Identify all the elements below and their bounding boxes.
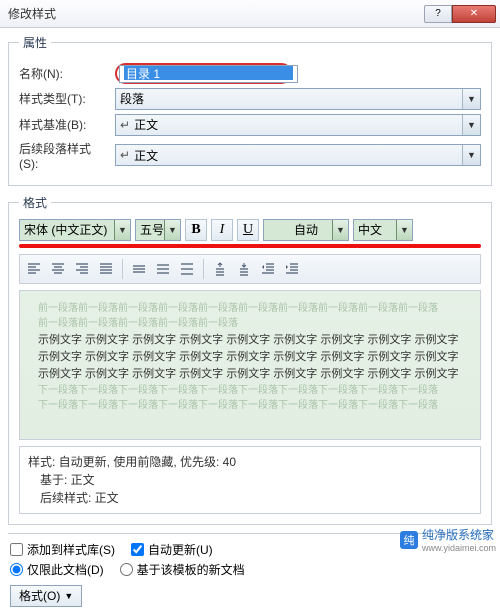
- align-right-button[interactable]: [71, 258, 93, 280]
- type-row: 样式类型(T): 段落 ▼: [19, 88, 481, 110]
- format-group: 格式 宋体 (中文正文) ▼ 五号 ▼ B I U 自动 ▼ 中文 ▼: [8, 194, 492, 525]
- format-legend: 格式: [19, 194, 51, 211]
- script-value: 中文: [358, 221, 382, 238]
- titlebar-buttons: ? ✕: [424, 5, 496, 23]
- titlebar: 修改样式 ? ✕: [0, 0, 500, 28]
- properties-legend: 属性: [19, 34, 51, 51]
- style-type-value: 段落: [120, 90, 144, 107]
- bold-button[interactable]: B: [185, 219, 207, 241]
- preview-sample-line: 示例文字 示例文字 示例文字 示例文字 示例文字 示例文字 示例文字 示例文字 …: [38, 349, 462, 366]
- watermark-url: www.yidaimei.com: [422, 543, 496, 553]
- font-toolbar: 宋体 (中文正文) ▼ 五号 ▼ B I U 自动 ▼ 中文 ▼: [19, 219, 481, 241]
- font-size-value: 五号: [140, 221, 164, 238]
- line-spacing-single-button[interactable]: [128, 258, 150, 280]
- name-highlight-annotation: [115, 63, 292, 84]
- paragraph-toolbar: [19, 254, 481, 284]
- template-docs-radio[interactable]: 基于该模板的新文档: [120, 561, 245, 578]
- font-family-select[interactable]: 宋体 (中文正文) ▼: [19, 219, 131, 241]
- indent-increase-button[interactable]: [281, 258, 303, 280]
- only-this-doc-radio[interactable]: 仅限此文档(D): [10, 561, 104, 578]
- properties-group: 属性 名称(N): 样式类型(T): 段落 ▼ 样式基准(B): ↵ 正文 ▼: [8, 34, 492, 186]
- format-menu-button[interactable]: 格式(O) ▼: [10, 585, 82, 607]
- name-input[interactable]: [124, 66, 293, 80]
- align-left-button[interactable]: [23, 258, 45, 280]
- chevron-down-icon: ▼: [462, 145, 480, 165]
- based-label: 样式基准(B):: [19, 116, 109, 133]
- script-select[interactable]: 中文 ▼: [353, 219, 413, 241]
- auto-update-input[interactable]: [131, 543, 144, 556]
- line-spacing-onehalf-button[interactable]: [152, 258, 174, 280]
- preview-ghost-before2: 前一段落前一段落前一段落前一段落前一段落: [38, 316, 462, 332]
- only-this-doc-input[interactable]: [10, 563, 23, 576]
- name-row: 名称(N):: [19, 63, 481, 84]
- add-to-gallery-input[interactable]: [10, 543, 23, 556]
- style-based-select[interactable]: ↵ 正文 ▼: [115, 114, 481, 136]
- watermark-logo-icon: 纯: [400, 531, 418, 549]
- next-row: 后续段落样式(S): ↵ 正文 ▼: [19, 140, 481, 171]
- info-line-1: 样式: 自动更新, 使用前隐藏, 优先级: 40: [28, 453, 472, 471]
- help-button[interactable]: ?: [424, 5, 452, 23]
- preview-ghost-after: 下一段落下一段落下一段落下一段落下一段落下一段落下一段落下一段落下一段落下一段落: [38, 383, 462, 399]
- align-justify-button[interactable]: [95, 258, 117, 280]
- next-label: 后续段落样式(S):: [19, 140, 109, 171]
- toolbar-divider: [203, 259, 204, 279]
- next-style-value: 正文: [134, 147, 158, 164]
- style-info-box: 样式: 自动更新, 使用前隐藏, 优先级: 40 基于: 正文 后续样式: 正文: [19, 446, 481, 514]
- space-before-increase-button[interactable]: [209, 258, 231, 280]
- based-row: 样式基准(B): ↵ 正文 ▼: [19, 114, 481, 136]
- close-button[interactable]: ✕: [452, 5, 496, 23]
- type-label: 样式类型(T):: [19, 90, 109, 107]
- font-color-value: 自动: [294, 221, 318, 238]
- chevron-down-icon: ▼: [396, 220, 412, 240]
- only-this-doc-label: 仅限此文档(D): [27, 561, 104, 578]
- template-docs-input[interactable]: [120, 563, 133, 576]
- info-line-2: 基于: 正文: [28, 471, 472, 489]
- paragraph-mark-icon: ↵: [120, 118, 130, 132]
- chevron-down-icon: ▼: [164, 220, 180, 240]
- paragraph-mark-icon: ↵: [120, 148, 130, 162]
- preview-sample-line: 示例文字 示例文字 示例文字 示例文字 示例文字 示例文字 示例文字 示例文字 …: [38, 332, 462, 349]
- preview-sample-line: 示例文字 示例文字 示例文字 示例文字 示例文字 示例文字 示例文字 示例文字 …: [38, 366, 462, 383]
- name-label: 名称(N):: [19, 65, 109, 82]
- chevron-down-icon: ▼: [64, 591, 73, 601]
- font-family-value: 宋体 (中文正文): [24, 221, 107, 238]
- watermark-text-wrap: 纯净版系统家 www.yidaimei.com: [422, 526, 496, 553]
- watermark-name: 纯净版系统家: [422, 528, 494, 542]
- watermark: 纯 纯净版系统家 www.yidaimei.com: [400, 526, 496, 553]
- indent-decrease-button[interactable]: [257, 258, 279, 280]
- chevron-down-icon: ▼: [332, 220, 348, 240]
- chevron-down-icon: ▼: [462, 115, 480, 135]
- format-menu-label: 格式(O): [19, 587, 60, 604]
- align-center-button[interactable]: [47, 258, 69, 280]
- chevron-down-icon: ▼: [462, 89, 480, 109]
- preview-ghost-after2: 下一段落下一段落下一段落下一段落下一段落下一段落下一段落下一段落下一段落下一段落: [38, 398, 462, 414]
- info-line-3: 后续样式: 正文: [28, 489, 472, 507]
- name-input-wrap: [119, 65, 298, 83]
- font-color-select[interactable]: 自动 ▼: [263, 219, 349, 241]
- toolbar-divider: [122, 259, 123, 279]
- underline-button[interactable]: U: [237, 219, 259, 241]
- preview-ghost-before: 前一段落前一段落前一段落前一段落前一段落前一段落前一段落前一段落前一段落前一段落: [38, 301, 462, 317]
- annotation-underline: [19, 244, 481, 248]
- space-before-decrease-button[interactable]: [233, 258, 255, 280]
- dialog-body: 属性 名称(N): 样式类型(T): 段落 ▼ 样式基准(B): ↵ 正文 ▼: [0, 28, 500, 613]
- preview-pane: 前一段落前一段落前一段落前一段落前一段落前一段落前一段落前一段落前一段落前一段落…: [19, 290, 481, 440]
- chevron-down-icon: ▼: [114, 220, 130, 240]
- italic-button[interactable]: I: [211, 219, 233, 241]
- titlebar-title: 修改样式: [8, 5, 424, 22]
- template-docs-label: 基于该模板的新文档: [137, 561, 245, 578]
- style-type-select[interactable]: 段落 ▼: [115, 88, 481, 110]
- next-style-select[interactable]: ↵ 正文 ▼: [115, 144, 481, 166]
- style-based-value: 正文: [134, 116, 158, 133]
- font-size-select[interactable]: 五号 ▼: [135, 219, 181, 241]
- line-spacing-double-button[interactable]: [176, 258, 198, 280]
